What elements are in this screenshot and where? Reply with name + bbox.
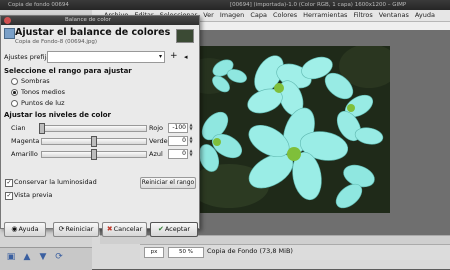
arrow-down-icon[interactable]: ▼ (38, 252, 48, 262)
preserve-luminosity-label: Conservar la luminosidad (14, 178, 97, 186)
cian-rojo-slider[interactable] (41, 125, 147, 132)
ok-button-label: Aceptar (164, 225, 191, 233)
slider-label-verde: Verde (149, 137, 168, 145)
range-section-title: Seleccione el rango para ajustar (4, 67, 132, 75)
cancel-icon: ✖ (106, 225, 113, 233)
menu-ver[interactable]: Ver (200, 10, 217, 21)
radio-puntos-de-luz[interactable] (11, 100, 18, 107)
amarillo-azul-spinner[interactable]: ▲ ▼ (188, 149, 194, 157)
menu-ventanas[interactable]: Ventanas (376, 10, 412, 21)
flower-photo[interactable] (199, 46, 390, 213)
layer-thumbnail (176, 29, 194, 43)
dialog-titlebar[interactable]: Balance de color (1, 16, 199, 25)
color-balance-dialog: Balance de color Ajustar el balance de c… (0, 15, 200, 237)
reset-button-label: Reiniciar (65, 225, 94, 233)
slider-label-rojo: Rojo (149, 124, 163, 132)
flower-photo-graphic (199, 46, 390, 213)
help-icon: ◉ (11, 225, 18, 233)
chevron-down-icon: ▾ (158, 53, 162, 60)
cian-rojo-value[interactable]: -100 (168, 123, 188, 133)
magenta-verde-spinner[interactable]: ▲ ▼ (188, 136, 194, 144)
dialog-subheading: Copia de Fondo-8 (00694.jpg) (15, 39, 98, 45)
magenta-verde-handle[interactable] (91, 136, 97, 147)
dialog-heading: Ajustar el balance de colores (15, 27, 171, 38)
help-button[interactable]: ◉Ayuda (4, 222, 46, 237)
menu-filtros[interactable]: Filtros (350, 10, 375, 21)
gimp-titlebar: Copia de fondo 00694 [00694] (importada)… (0, 0, 450, 10)
slider-label-azul: Azul (149, 150, 163, 158)
menu-capa[interactable]: Capa (247, 10, 270, 21)
status-text: Copia de Fondo (73,8 MiB) (207, 247, 293, 255)
preserve-luminosity-checkbox[interactable]: ✓ (5, 179, 13, 187)
reset-range-button[interactable]: Reiniciar el rango (140, 177, 196, 189)
amarillo-azul-handle[interactable] (91, 149, 97, 160)
radio-label-sombras: Sombras (21, 77, 50, 85)
save-icon[interactable]: ▣ (6, 252, 16, 262)
slider-label-magenta: Magenta (11, 137, 40, 145)
preview-label: Vista previa (14, 191, 53, 199)
menu-herramientas[interactable]: Herramientas (300, 10, 350, 21)
cancel-button[interactable]: ✖Cancelar (102, 222, 147, 237)
amarillo-azul-value[interactable]: 0 (168, 149, 188, 159)
zoom-select[interactable]: 50 % (168, 247, 204, 258)
preview-checkbox[interactable]: ✓ (5, 192, 13, 200)
menu-colores[interactable]: Colores (270, 10, 300, 21)
help-button-label: Ayuda (18, 225, 39, 233)
close-icon[interactable] (4, 17, 11, 24)
radio-label-tonos-medios: Tonos medios (21, 88, 66, 96)
image-window-title: [00694] (importada)-1.0 (Color RGB, 1 ca… (230, 2, 407, 8)
levels-section-title: Ajustar los niveles de color (4, 111, 111, 119)
arrow-up-icon[interactable]: ▲ (22, 252, 32, 262)
ok-icon: ✔ (157, 225, 164, 233)
reset-icon: ⟳ (58, 225, 65, 233)
color-balance-icon (4, 28, 15, 39)
toolbox-title: Copia de fondo 00694 (8, 2, 69, 8)
add-preset-icon[interactable]: + (170, 51, 178, 61)
slider-label-cian: Cian (11, 124, 26, 132)
reset-button[interactable]: ⟳Reiniciar (53, 222, 99, 237)
preset-menu-icon[interactable]: ◂ (184, 52, 188, 62)
presets-combo[interactable]: ▾ (47, 51, 165, 63)
unit-select[interactable]: px (144, 247, 164, 258)
ok-button[interactable]: ✔Aceptar (150, 222, 198, 237)
cian-rojo-spinner[interactable]: ▲ ▼ (188, 123, 194, 131)
radio-label-puntos-de-luz: Puntos de luz (21, 99, 65, 107)
dialog-window-title: Balance de color (65, 17, 111, 23)
radio-tonos-medios[interactable] (11, 89, 18, 96)
slider-label-amarillo: Amarillo (11, 150, 38, 158)
menu-imagen[interactable]: Imagen (217, 10, 247, 21)
magenta-verde-value[interactable]: 0 (168, 136, 188, 146)
cian-rojo-handle[interactable] (39, 123, 45, 134)
cancel-button-label: Cancelar (113, 225, 143, 233)
menu-ayuda[interactable]: Ayuda (412, 10, 438, 21)
reset-icon[interactable]: ⟳ (54, 252, 64, 262)
radio-sombras[interactable] (11, 78, 18, 85)
